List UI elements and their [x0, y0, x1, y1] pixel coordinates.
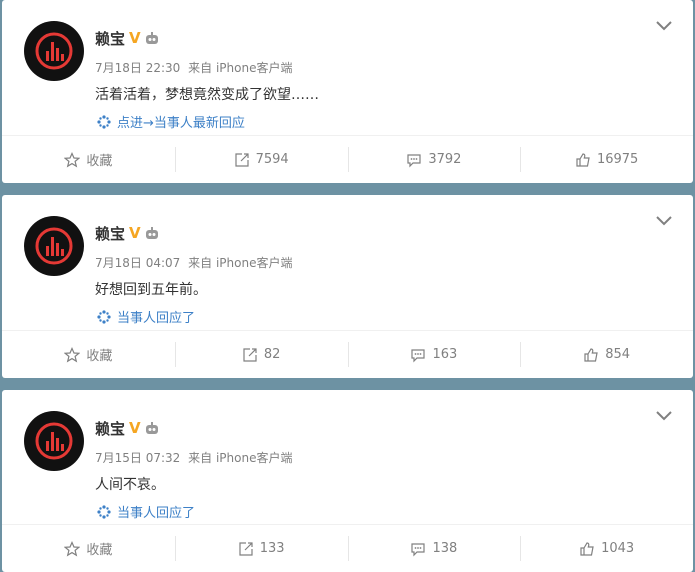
- comment-icon: [407, 153, 421, 167]
- like-count: 1043: [601, 541, 635, 556]
- comment-count: 138: [432, 541, 458, 556]
- post-source: 来自 iPhone客户端: [188, 256, 293, 270]
- avatar-power-icon: [35, 227, 73, 265]
- avatar[interactable]: [24, 216, 84, 276]
- verified-v-icon: V: [129, 419, 141, 437]
- comment-count: 3792: [428, 152, 462, 167]
- author-name[interactable]: 赖宝: [95, 28, 125, 49]
- reply-link-label: 当事人回应了: [117, 506, 196, 521]
- post-text: 活着活着，梦想竟然变成了欲望……: [95, 87, 319, 103]
- author-row: 赖宝 V: [95, 418, 160, 439]
- comment-button[interactable]: 138: [347, 525, 521, 572]
- favorite-button[interactable]: 收藏: [2, 136, 175, 183]
- action-bar: 收藏 7594 3792 16975: [2, 135, 693, 183]
- repost-count: 82: [263, 347, 281, 362]
- reply-link[interactable]: 当事人回应了: [97, 307, 195, 326]
- post-meta: 7月15日 07:32 来自 iPhone客户端: [95, 449, 292, 466]
- action-bar: 收藏 133 138 1043: [2, 524, 693, 572]
- favorite-label: 收藏: [86, 349, 113, 364]
- weibo-feed: 赖宝 V 7月18日 22:30 来自 iPhone客户端 活着活着，梦想竟然变…: [0, 0, 695, 572]
- post-date[interactable]: 7月18日 22:30: [95, 61, 180, 75]
- star-icon: [64, 540, 81, 556]
- reply-link-label: 点进→当事人最新回应: [117, 116, 245, 131]
- chevron-down-icon[interactable]: [655, 215, 673, 227]
- like-count: 854: [605, 347, 631, 362]
- avatar[interactable]: [24, 21, 84, 81]
- sparkle-icon: [97, 504, 111, 519]
- post-meta: 7月18日 04:07 来自 iPhone客户端: [95, 254, 292, 271]
- author-name[interactable]: 赖宝: [95, 418, 125, 439]
- favorite-label: 收藏: [86, 154, 113, 169]
- like-count: 16975: [596, 152, 639, 167]
- reply-link[interactable]: 点进→当事人最新回应: [97, 112, 245, 131]
- chevron-down-icon[interactable]: [655, 410, 673, 422]
- like-button[interactable]: 854: [520, 331, 693, 378]
- post-card: 赖宝 V 7月18日 22:30 来自 iPhone客户端 活着活着，梦想竟然变…: [2, 0, 693, 183]
- repost-button[interactable]: 82: [174, 331, 348, 378]
- repost-count: 7594: [255, 152, 289, 167]
- repost-count: 133: [259, 541, 285, 556]
- chevron-down-icon[interactable]: [655, 20, 673, 32]
- comment-icon: [411, 542, 426, 556]
- post-header: 赖宝 V 7月18日 04:07 来自 iPhone客户端 好想回到五年前。 当…: [2, 195, 693, 331]
- robot-icon: [145, 31, 158, 44]
- post-header: 赖宝 V 7月18日 22:30 来自 iPhone客户端 活着活着，梦想竟然变…: [2, 0, 693, 136]
- verified-v-icon: V: [129, 224, 141, 242]
- post-card: 赖宝 V 7月18日 04:07 来自 iPhone客户端 好想回到五年前。 当…: [2, 195, 693, 378]
- post-source: 来自 iPhone客户端: [188, 61, 293, 75]
- repost-button[interactable]: 133: [174, 525, 348, 572]
- comment-count: 163: [432, 347, 458, 362]
- post-date[interactable]: 7月18日 04:07: [95, 256, 180, 270]
- post-text: 好想回到五年前。: [95, 282, 207, 298]
- star-icon: [64, 151, 81, 167]
- repost-button[interactable]: 7594: [174, 136, 348, 183]
- favorite-label: 收藏: [86, 543, 113, 558]
- author-name[interactable]: 赖宝: [95, 223, 125, 244]
- comment-button[interactable]: 163: [347, 331, 521, 378]
- author-row: 赖宝 V: [95, 28, 160, 49]
- sparkle-icon: [97, 114, 111, 129]
- robot-icon: [145, 421, 158, 434]
- comment-button[interactable]: 3792: [347, 136, 521, 183]
- reply-link-label: 当事人回应了: [117, 311, 196, 326]
- favorite-button[interactable]: 收藏: [2, 525, 175, 572]
- avatar-power-icon: [35, 422, 73, 460]
- repost-icon: [234, 152, 249, 167]
- comment-icon: [411, 348, 426, 362]
- action-bar: 收藏 82 163 854: [2, 330, 693, 378]
- repost-icon: [243, 347, 257, 362]
- post-header: 赖宝 V 7月15日 07:32 来自 iPhone客户端 人间不哀。 当事人回…: [2, 390, 693, 526]
- verified-v-icon: V: [129, 29, 141, 47]
- avatar[interactable]: [24, 411, 84, 471]
- post-meta: 7月18日 22:30 来自 iPhone客户端: [95, 59, 292, 76]
- star-icon: [64, 346, 81, 362]
- sparkle-icon: [97, 309, 111, 324]
- like-button[interactable]: 1043: [520, 525, 693, 572]
- author-row: 赖宝 V: [95, 223, 160, 244]
- post-source: 来自 iPhone客户端: [188, 451, 293, 465]
- thumb-up-icon: [584, 347, 598, 362]
- robot-icon: [145, 226, 158, 239]
- post-text: 人间不哀。: [95, 477, 165, 493]
- repost-icon: [239, 541, 253, 556]
- reply-link[interactable]: 当事人回应了: [97, 502, 195, 521]
- favorite-button[interactable]: 收藏: [2, 331, 175, 378]
- avatar-power-icon: [35, 32, 73, 70]
- thumb-up-icon: [580, 541, 594, 556]
- like-button[interactable]: 16975: [520, 136, 693, 183]
- thumb-up-icon: [576, 152, 590, 167]
- post-date[interactable]: 7月15日 07:32: [95, 451, 180, 465]
- post-card: 赖宝 V 7月15日 07:32 来自 iPhone客户端 人间不哀。 当事人回…: [2, 390, 693, 572]
